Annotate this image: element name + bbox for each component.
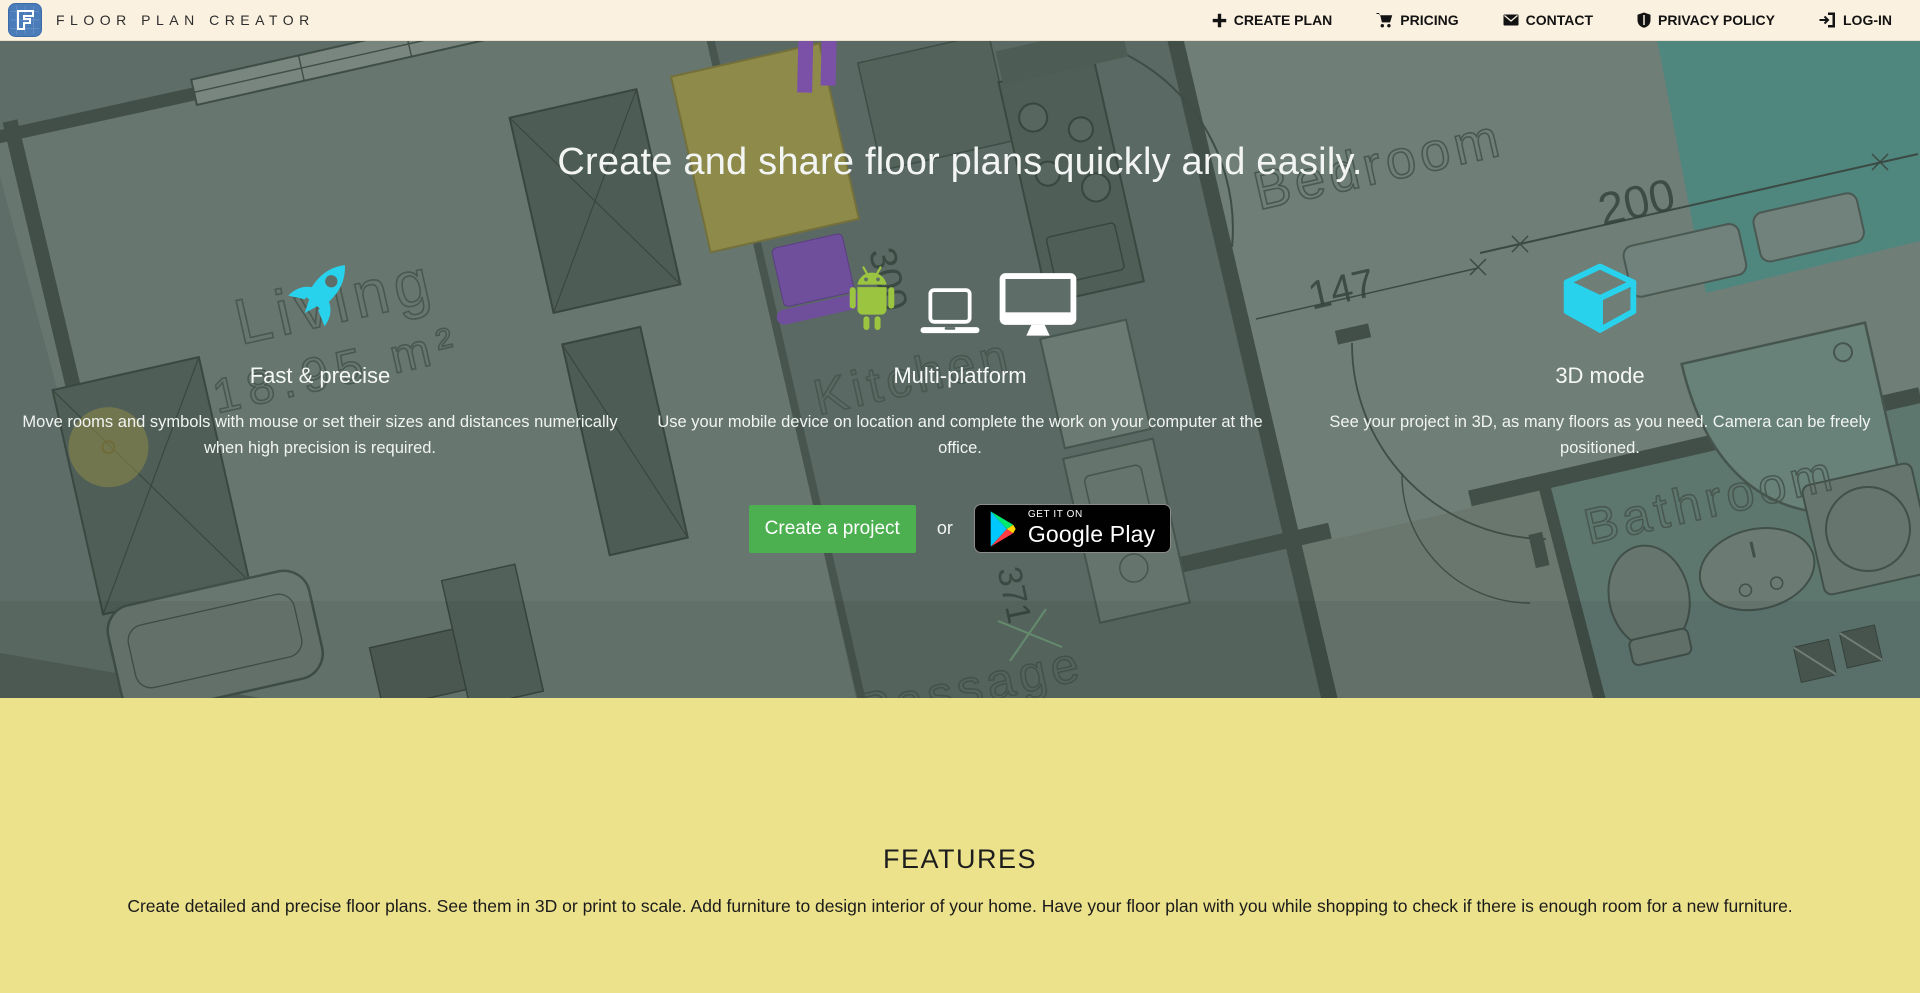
features-band: FEATURES Create detailed and precise flo… <box>0 698 1920 993</box>
desktop-monitor-icon <box>998 271 1078 337</box>
hero-section: Living 18.95 m² Kitchen Bedroom Bathroom… <box>0 41 1920 698</box>
cart-icon <box>1376 12 1393 28</box>
hero-features-row: Fast & precise Move rooms and symbols wi… <box>0 249 1920 461</box>
nav-pricing[interactable]: PRICING <box>1376 12 1458 28</box>
google-play-text: GET IT ON Google Play <box>1028 509 1156 548</box>
rocket-icon <box>276 249 364 337</box>
login-icon <box>1819 12 1836 28</box>
google-play-badge[interactable]: GET IT ON Google Play <box>974 504 1172 553</box>
floor-plan-creator-landing-page: FLOOR PLAN CREATOR CREATE PLAN PRICING C… <box>0 0 1920 993</box>
nav-create-plan-label: CREATE PLAN <box>1234 12 1333 28</box>
features-paragraph: Create detailed and precise floor plans.… <box>0 896 1920 917</box>
envelope-icon <box>1503 14 1519 26</box>
nav-create-plan[interactable]: CREATE PLAN <box>1212 12 1333 28</box>
main-menu: CREATE PLAN PRICING CONTACT PRIVACY POLI… <box>1212 12 1892 28</box>
brand-name: FLOOR PLAN CREATOR <box>56 12 315 28</box>
shield-icon <box>1637 12 1651 28</box>
hero-heading: Create and share floor plans quickly and… <box>0 141 1920 184</box>
nav-privacy-policy-label: PRIVACY POLICY <box>1658 12 1775 28</box>
google-play-triangle-icon <box>990 510 1016 548</box>
nav-contact[interactable]: CONTACT <box>1503 12 1593 28</box>
feature-desc-3d-mode: See your project in 3D, as many floors a… <box>1296 409 1904 461</box>
nav-privacy-policy[interactable]: PRIVACY POLICY <box>1637 12 1775 28</box>
feature-desc-fast-precise: Move rooms and symbols with mouse or set… <box>16 409 624 461</box>
feature-title-fast-precise: Fast & precise <box>16 363 624 389</box>
feature-multi-platform: Multi-platform Use your mobile device on… <box>640 249 1280 461</box>
nav-pricing-label: PRICING <box>1400 12 1458 28</box>
feature-desc-multi-platform: Use your mobile device on location and c… <box>656 409 1264 461</box>
feature-title-3d-mode: 3D mode <box>1296 363 1904 389</box>
google-play-line2: Google Play <box>1028 521 1156 548</box>
brand-home-link[interactable]: FLOOR PLAN CREATOR <box>8 3 315 37</box>
nav-log-in[interactable]: LOG-IN <box>1819 12 1892 28</box>
feature-3d-mode: 3D mode See your project in 3D, as many … <box>1280 249 1920 461</box>
or-label: or <box>937 518 953 539</box>
nav-contact-label: CONTACT <box>1526 12 1593 28</box>
cube-3d-icon <box>1560 261 1640 337</box>
android-icon <box>842 263 902 337</box>
nav-log-in-label: LOG-IN <box>1843 12 1892 28</box>
hero-cta-row: Create a project or GET IT ON Google Pla… <box>0 504 1920 553</box>
feature-title-multi-platform: Multi-platform <box>656 363 1264 389</box>
create-project-button[interactable]: Create a project <box>749 505 916 553</box>
google-play-line1: GET IT ON <box>1028 509 1156 520</box>
feature-fast-precise: Fast & precise Move rooms and symbols wi… <box>0 249 640 461</box>
laptop-icon <box>916 287 984 337</box>
app-logo-icon <box>8 3 42 37</box>
top-navbar: FLOOR PLAN CREATOR CREATE PLAN PRICING C… <box>0 0 1920 41</box>
features-heading: FEATURES <box>0 698 1920 875</box>
plus-icon <box>1212 13 1227 28</box>
